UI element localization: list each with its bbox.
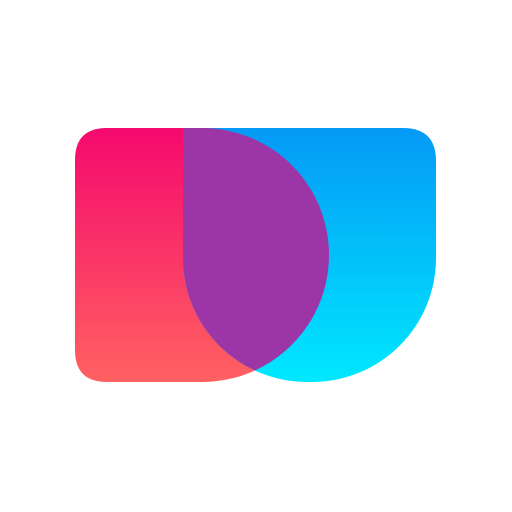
app-logo-icon bbox=[75, 128, 436, 382]
logo-canvas bbox=[0, 0, 512, 512]
